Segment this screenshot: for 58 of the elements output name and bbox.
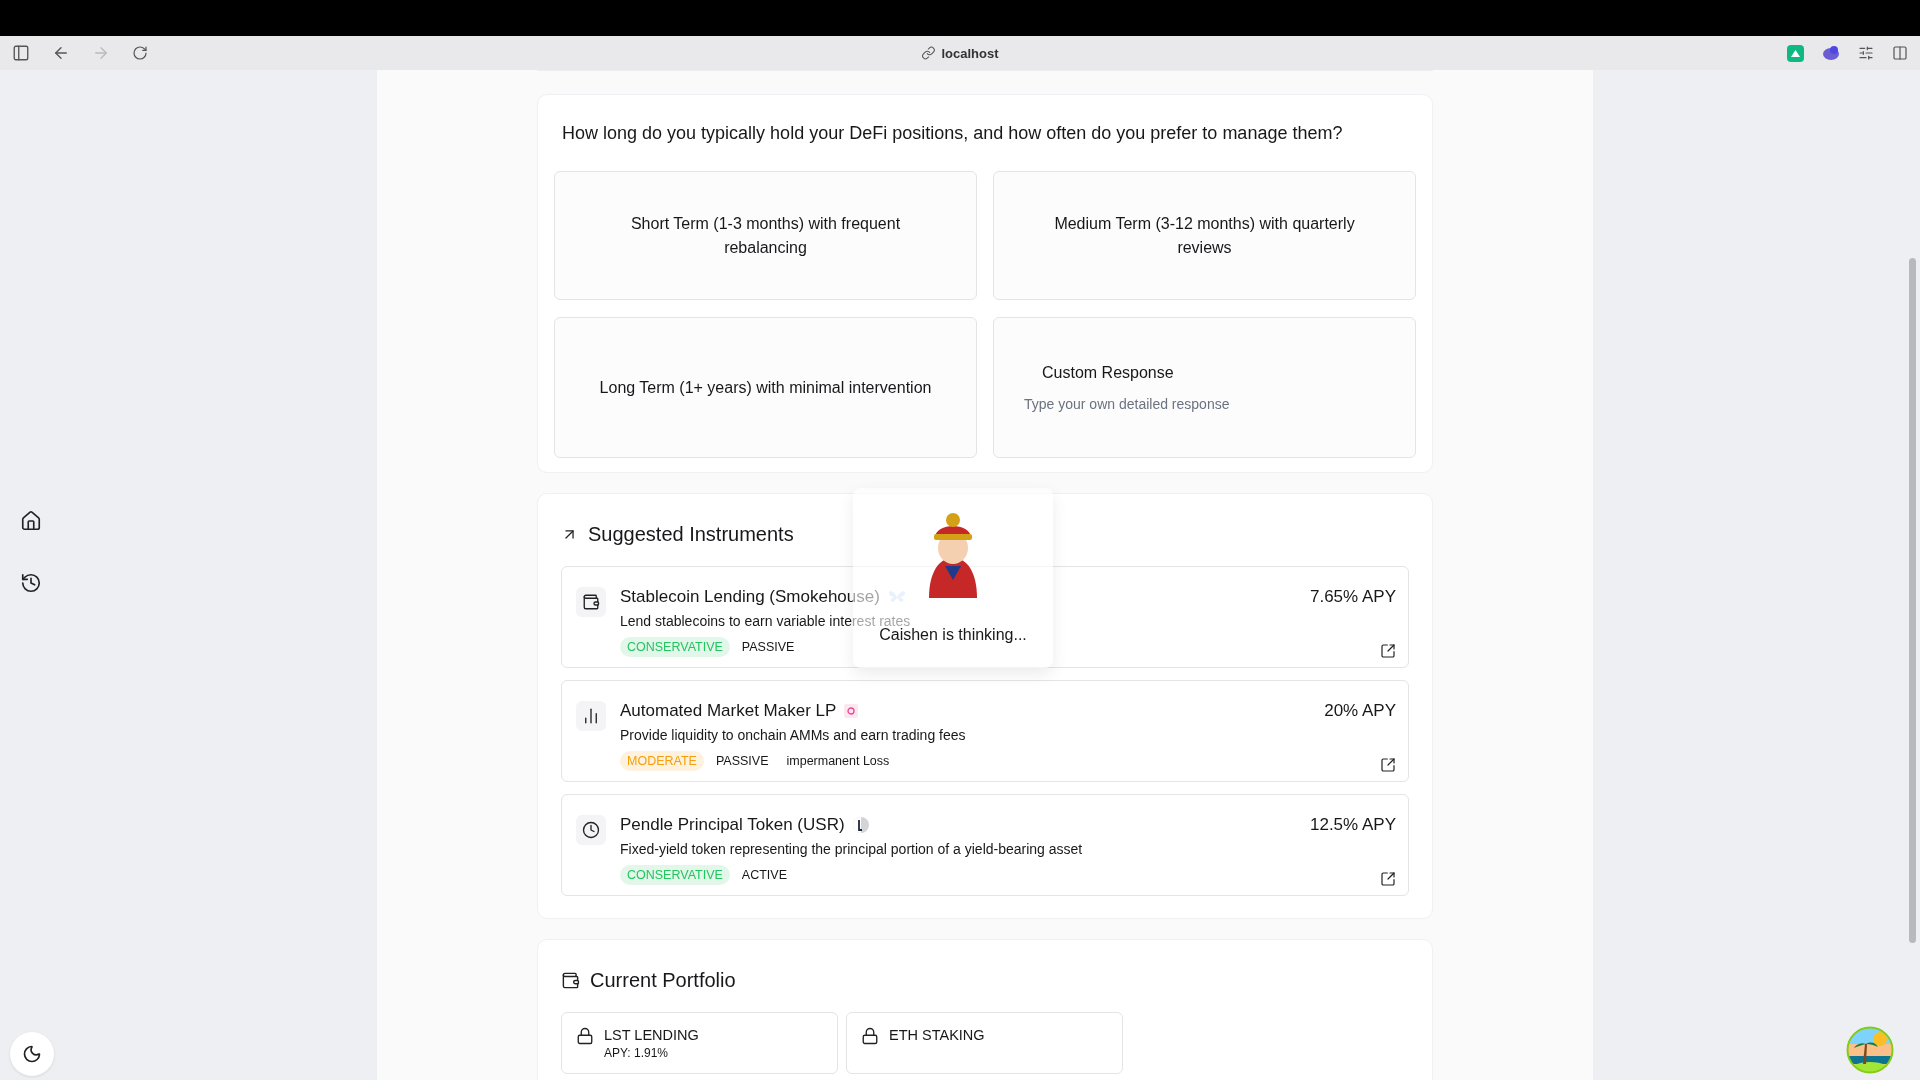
wallet-icon — [582, 593, 600, 611]
external-link-icon[interactable] — [1380, 643, 1396, 659]
home-icon[interactable] — [20, 510, 42, 532]
token-icon — [844, 704, 859, 718]
link-icon — [921, 46, 936, 60]
sidebar-icon[interactable] — [12, 44, 30, 62]
option-button[interactable]: Short Term (1-3 months) with frequent rebalancing — [554, 171, 977, 300]
extension-icon[interactable] — [1787, 44, 1804, 62]
risk-tag: CONSERVATIVE — [620, 865, 730, 885]
theme-toggle-button[interactable] — [10, 1032, 54, 1076]
apy-value: 20% APY — [1324, 701, 1396, 721]
position-apy: APY: 1.91% — [604, 1046, 670, 1060]
instrument-name: Pendle Principal Token (USR) — [620, 815, 845, 835]
external-link-icon[interactable] — [1380, 871, 1396, 887]
wallet-icon — [561, 971, 580, 990]
portfolio-item[interactable]: ETH STAKING — [846, 1012, 1123, 1074]
apy-value: 12.5% APY — [1310, 815, 1396, 835]
moon-icon — [22, 1044, 42, 1064]
instrument-card[interactable]: Pendle Principal Token (USR) Fixed-yield token representing the principal portion of a yield-bearing asset CONSERVATIVE ACTIVE 12.5% APY — [561, 794, 1409, 896]
custom-response-option[interactable]: Custom Response Type your own detailed response — [993, 317, 1416, 458]
position-name: LST LENDING — [604, 1027, 699, 1043]
risk-tag: MODERATE — [620, 751, 704, 771]
response-input[interactable]: Type your own detailed response — [1024, 395, 1284, 412]
tag: PASSIVE — [709, 751, 775, 771]
instrument-name: Stablecoin Lending (Smokehouse) — [620, 587, 880, 607]
option-title: Custom Response — [1041, 363, 1175, 382]
external-link-icon[interactable] — [1380, 757, 1396, 773]
sidebar-icon[interactable] — [1892, 45, 1908, 61]
history-icon[interactable] — [20, 572, 42, 594]
instrument-description: Fixed-yield token representing the principal portion of a yield-bearing asset — [620, 841, 1084, 857]
instrument-name: Automated Market Maker LP — [620, 701, 837, 721]
back-icon[interactable] — [52, 44, 70, 62]
lock-icon — [576, 1027, 594, 1045]
reload-icon[interactable] — [132, 45, 148, 61]
bar-chart-icon — [582, 707, 600, 725]
clock-icon — [582, 821, 600, 839]
option-button[interactable]: Medium Term (3-12 months) with quarterly reviews — [993, 171, 1416, 300]
thinking-text: Caishen is thinking... — [879, 626, 1027, 644]
tag: PASSIVE — [735, 637, 801, 657]
portfolio-item[interactable]: LST LENDING APY: 1.91% — [561, 1012, 838, 1074]
question-text: How long do you typically hold your DeFi positions, and how often do you prefer to manage them? — [561, 122, 1344, 144]
apy-value: 7.65% APY — [1310, 587, 1396, 607]
scrollbar-thumb[interactable] — [1909, 258, 1916, 943]
tag: impermanent Loss — [780, 751, 896, 771]
instrument-card[interactable]: Automated Market Maker LP Provide liquidity to onchain AMMs and earn trading fees MODERATE PASSIVE impermanent Loss 20% APY — [561, 680, 1409, 782]
option-button[interactable]: Long Term (1+ years) with minimal intervention — [554, 317, 977, 458]
address-bar[interactable]: localhost — [941, 45, 999, 61]
section-title: Current Portfolio — [590, 969, 736, 992]
risk-tag: CONSERVATIVE — [620, 637, 730, 657]
token-icon — [852, 817, 869, 833]
settings-icon[interactable] — [1858, 45, 1874, 61]
lock-icon — [861, 1027, 879, 1045]
instrument-description: Provide liquidity to onchain AMMs and earn trading fees — [620, 727, 967, 743]
section-title: Suggested Instruments — [588, 523, 794, 546]
instrument-description: Lend stablecoins to earn variable interest rates — [620, 613, 911, 629]
extension-icon[interactable] — [1822, 45, 1840, 61]
position-name: ETH STAKING — [889, 1027, 985, 1043]
tag: ACTIVE — [735, 865, 793, 885]
